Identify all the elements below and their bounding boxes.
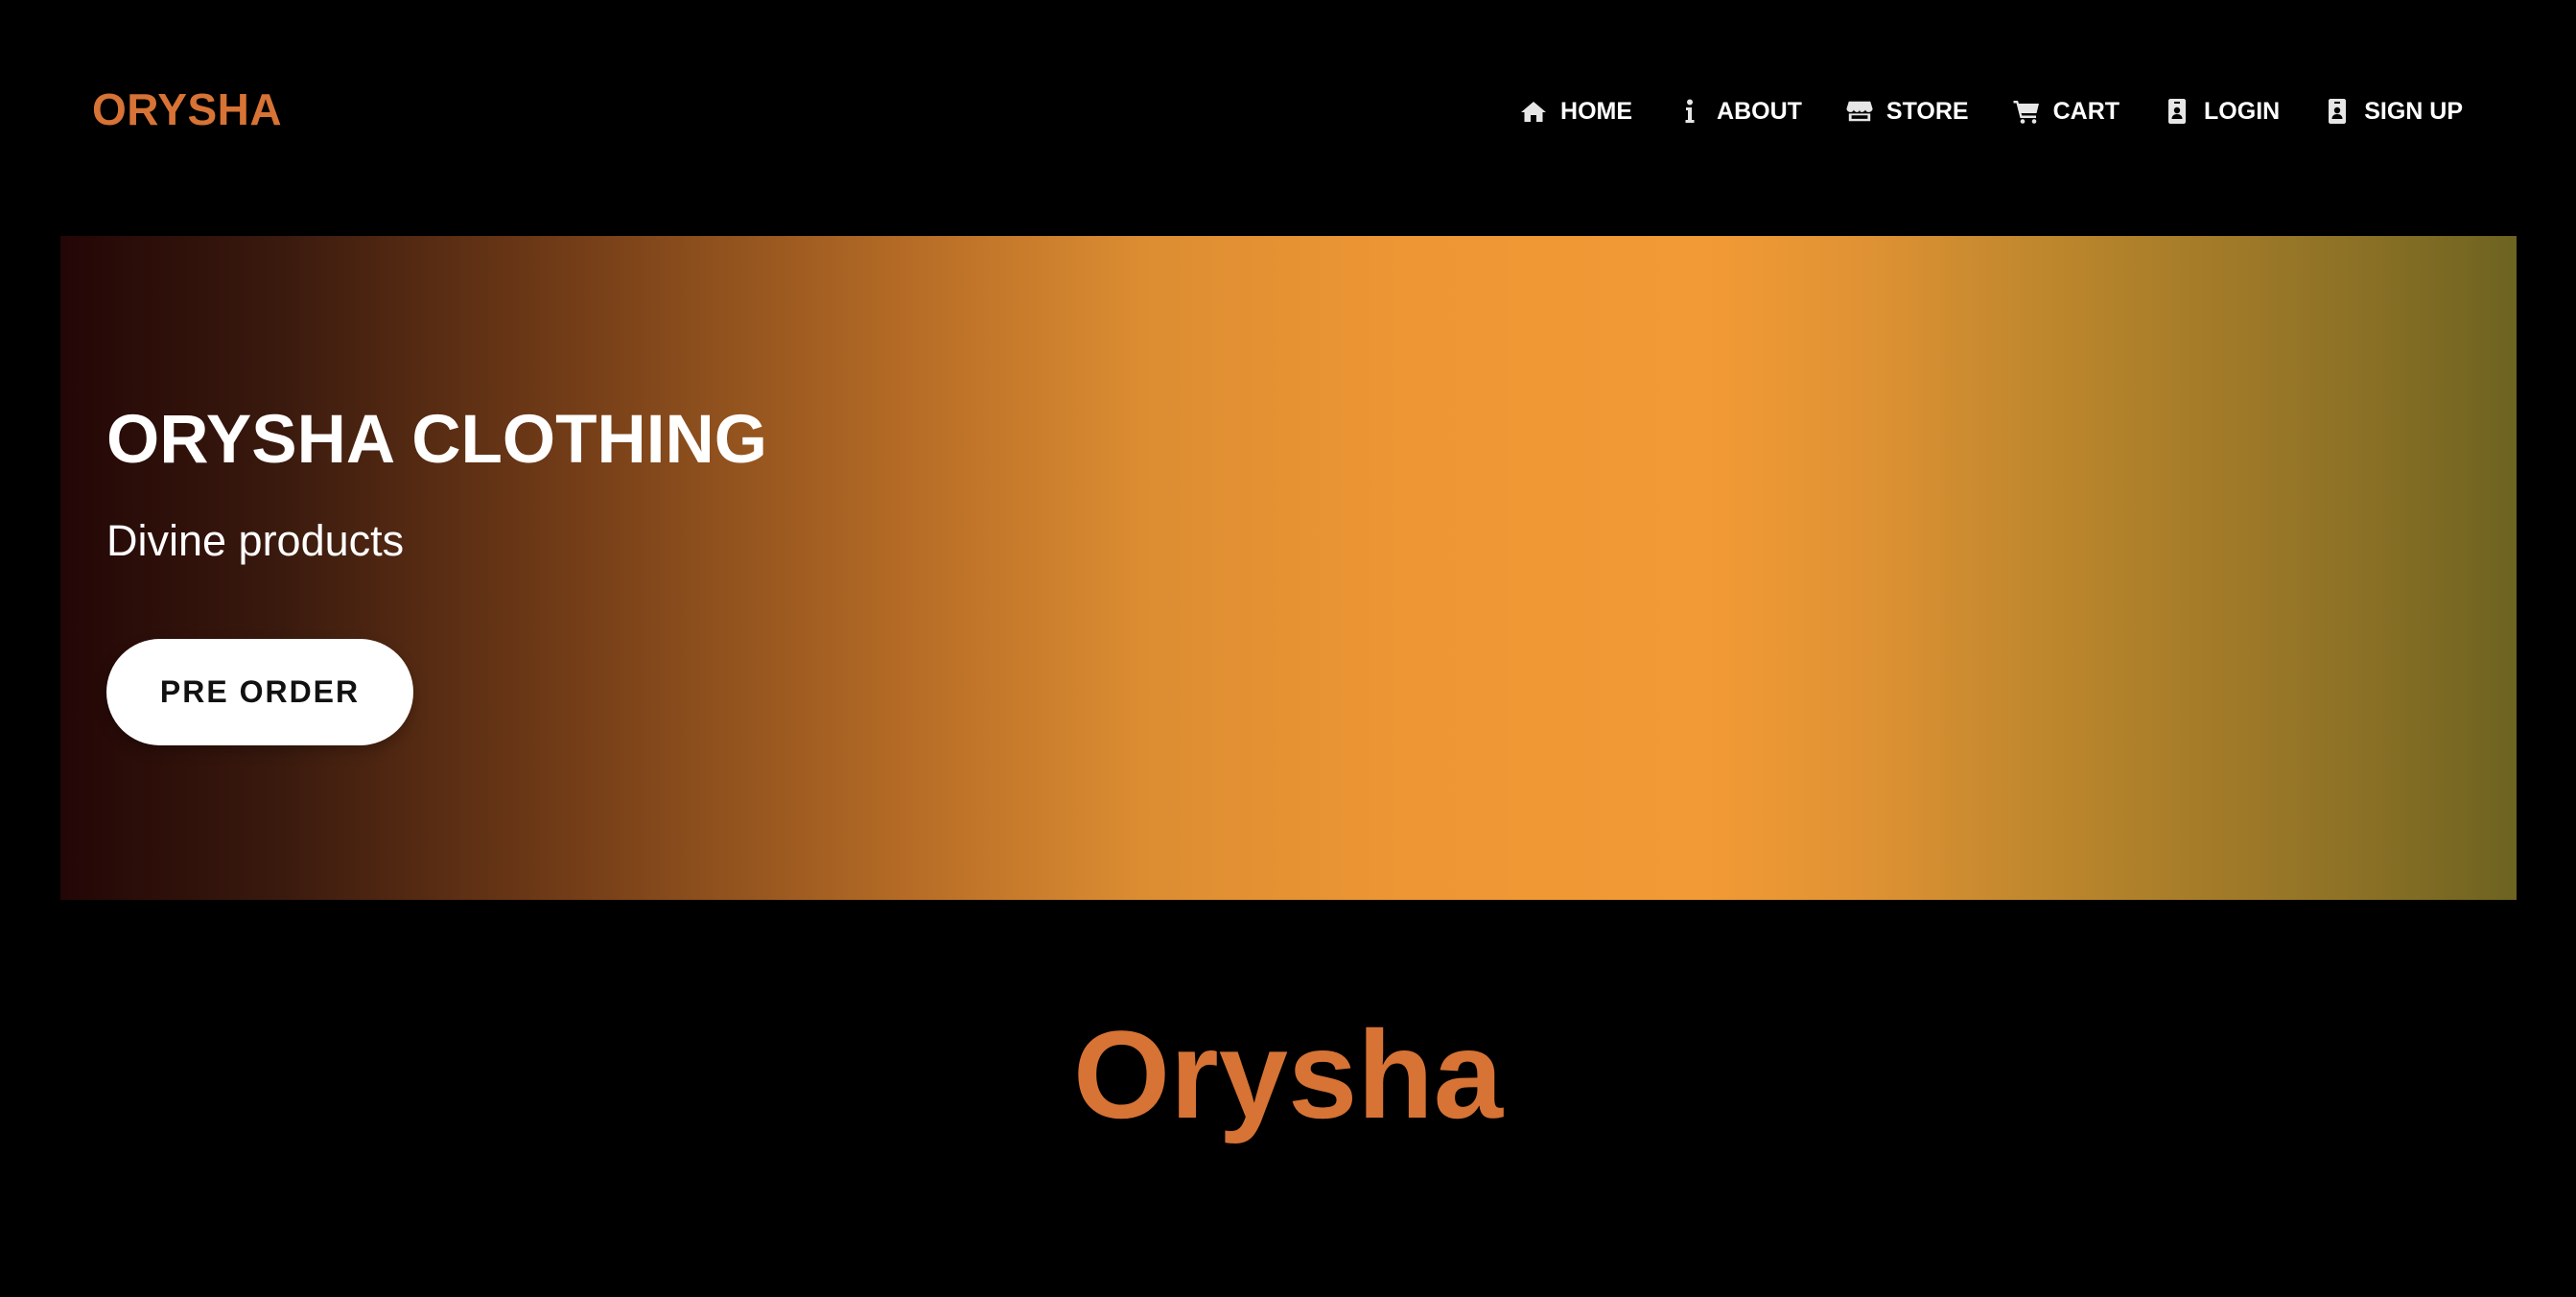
hero-banner: ORYSHA CLOTHING Divine products PRE ORDE…: [60, 236, 2517, 900]
id-badge-icon: [2324, 98, 2351, 125]
hero-subtitle: Divine products: [106, 516, 405, 565]
home-icon: [1520, 98, 1547, 125]
nav-store-label: STORE: [1885, 97, 1969, 125]
nav-home[interactable]: HOME: [1520, 98, 1632, 126]
brand-logo[interactable]: ORYSHA: [92, 81, 282, 138]
id-badge-icon: [2164, 98, 2190, 125]
info-icon: [1676, 98, 1703, 125]
nav-signup[interactable]: SIGN UP: [2324, 98, 2463, 126]
nav-login[interactable]: LOGIN: [2164, 98, 2280, 126]
nav-login-label: LOGIN: [2204, 97, 2281, 125]
pre-order-button[interactable]: PRE ORDER: [106, 639, 413, 745]
nav-about-label: ABOUT: [1717, 97, 1802, 125]
nav-store[interactable]: STORE: [1846, 98, 1969, 126]
nav-home-label: HOME: [1560, 97, 1633, 125]
hero-title: ORYSHA CLOTHING: [106, 402, 767, 478]
main-nav: HOME ABOUT STORE CART LOGIN SIGN UP: [1520, 92, 2463, 130]
store-icon: [1846, 98, 1873, 125]
page: ORYSHA HOME ABOUT STORE CART LOGIN SIGN …: [0, 0, 2576, 1297]
nav-signup-label: SIGN UP: [2364, 97, 2463, 125]
site-header: ORYSHA HOME ABOUT STORE CART LOGIN SIGN …: [0, 0, 2576, 221]
cart-icon: [2013, 98, 2040, 125]
nav-cart[interactable]: CART: [2013, 98, 2119, 126]
nav-about[interactable]: ABOUT: [1676, 98, 1802, 126]
nav-cart-label: CART: [2052, 97, 2120, 125]
section-title: Orysha: [1072, 1004, 1504, 1144]
